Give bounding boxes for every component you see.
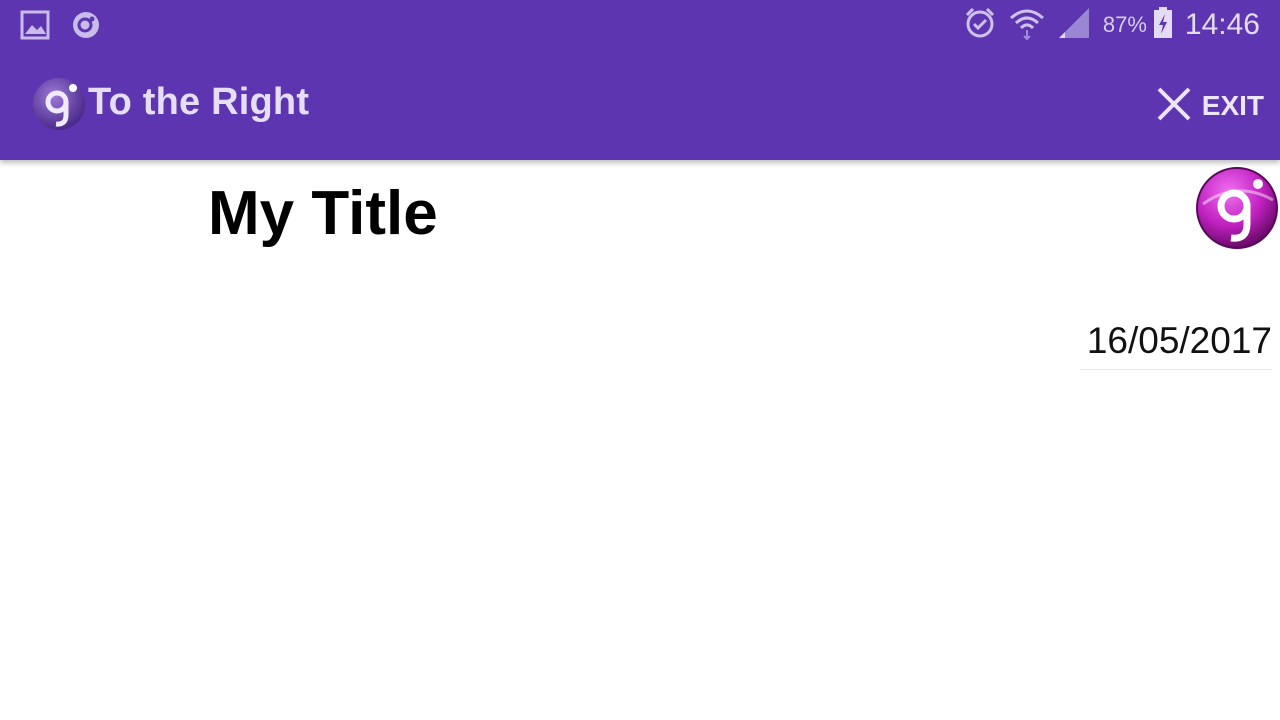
battery-charging-icon [1153,6,1173,44]
date-field[interactable]: 16/05/2017 [1080,318,1272,370]
app-title: To the Right [88,81,310,123]
status-bar-system: 87% 14:46 [963,0,1260,50]
exit-button[interactable]: EXIT [1156,86,1264,126]
app-bar: To the Right EXIT [0,50,1280,160]
status-bar-notifications [20,10,100,45]
app-logo-icon [1195,166,1279,250]
wifi-icon [1009,6,1045,45]
gallery-icon [20,10,50,45]
status-bar: 87% 14:46 [0,0,1280,50]
exit-label: EXIT [1201,90,1264,121]
clock: 14:46 [1184,8,1260,41]
alarm-icon [963,6,997,45]
signal-icon [1057,6,1091,45]
page-title: My Title [208,179,438,248]
app-logo-icon [32,77,86,131]
battery-percent: 87% [1102,12,1147,37]
close-icon [1156,86,1192,127]
app-notification-icon [72,11,100,44]
